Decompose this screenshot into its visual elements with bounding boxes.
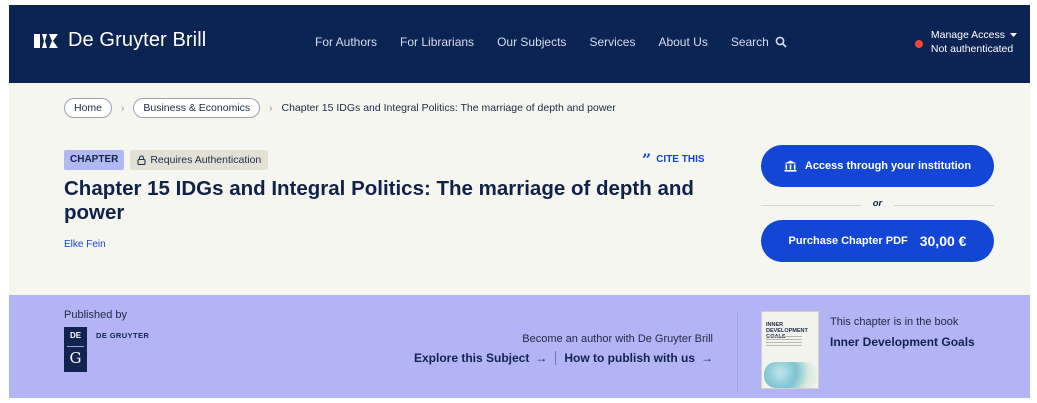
arrow-right-icon: → xyxy=(535,351,548,365)
manage-access-label: Manage Access xyxy=(930,29,1005,41)
cover-subtitle-lines xyxy=(766,336,802,356)
vertical-divider xyxy=(737,311,738,391)
author-link[interactable]: Elke Fein xyxy=(64,239,106,250)
nav-about-us[interactable]: About Us xyxy=(658,35,707,49)
caret-down-icon xyxy=(1010,32,1017,37)
or-divider: or xyxy=(761,198,994,212)
published-by-label: Published by xyxy=(64,309,127,321)
breadcrumb: Home › Business & Economics › Chapter 15… xyxy=(64,98,616,118)
quote-icon: ” xyxy=(642,149,652,169)
page-frame: De Gruyter Brill For Authors For Librari… xyxy=(9,5,1030,398)
auth-status-text: Not authenticated xyxy=(930,43,1014,55)
breadcrumb-category[interactable]: Business & Economics xyxy=(133,98,261,118)
explore-subject-link[interactable]: Explore this Subject → xyxy=(414,351,547,365)
become-author-text: Become an author with De Gruyter Brill xyxy=(522,333,713,345)
publisher-logo-bottom: G xyxy=(69,349,82,367)
nav-our-subjects[interactable]: Our Subjects xyxy=(497,35,566,49)
breadcrumb-current: Chapter 15 IDGs and Integral Politics: T… xyxy=(281,102,616,114)
how-to-publish-label: How to publish with us xyxy=(564,351,695,365)
cite-this-label: CITE THIS xyxy=(656,154,705,165)
book-cover-thumbnail[interactable]: INNER DEVELOPMENT GOALS xyxy=(761,311,819,389)
access-label: Access through your institution xyxy=(804,160,972,172)
publisher-band: Published by DE G DE GRUYTER Become an a… xyxy=(9,295,1030,398)
auth-required-label: Requires Authentication xyxy=(150,154,262,166)
chevron-right-icon: › xyxy=(269,102,273,114)
publisher-logo-top: DE xyxy=(69,331,82,340)
publisher-name: DE GRUYTER xyxy=(96,331,150,340)
author-links: Explore this Subject → How to publish wi… xyxy=(414,351,713,365)
cover-artwork xyxy=(764,362,818,388)
logo-rule xyxy=(67,346,84,347)
top-navigation-bar: De Gruyter Brill For Authors For Librari… xyxy=(9,5,1030,83)
nav-services[interactable]: Services xyxy=(589,35,635,49)
or-label: or xyxy=(872,198,883,209)
nav-for-authors[interactable]: For Authors xyxy=(315,35,377,49)
nav-for-librarians[interactable]: For Librarians xyxy=(400,35,474,49)
breadcrumb-home[interactable]: Home xyxy=(64,98,113,118)
chevron-right-icon: › xyxy=(121,102,125,114)
chapter-badges: CHAPTER Requires Authentication xyxy=(64,150,269,170)
link-divider xyxy=(555,351,557,365)
manage-access-menu[interactable]: Manage Access Not authenticated xyxy=(914,28,1017,56)
purchase-chapter-button[interactable]: Purchase Chapter PDF 30,00 € xyxy=(761,220,994,262)
publisher-logo[interactable]: DE G xyxy=(64,327,87,372)
brand-name: De Gruyter Brill xyxy=(68,29,207,51)
brand-logo-link[interactable]: De Gruyter Brill xyxy=(32,29,206,52)
content-type-badge: CHAPTER xyxy=(64,150,125,170)
institution-icon xyxy=(784,160,797,172)
cite-this-button[interactable]: ” CITE THIS xyxy=(642,149,705,169)
search-label: Search xyxy=(730,35,769,49)
arrow-right-icon: → xyxy=(701,351,713,365)
search-icon xyxy=(775,36,787,48)
chapter-title: Chapter 15 IDGs and Integral Politics: T… xyxy=(64,177,694,224)
price: 30,00 € xyxy=(919,233,967,249)
book-note: This chapter is in the book xyxy=(830,316,959,328)
how-to-publish-link[interactable]: How to publish with us → xyxy=(564,351,713,365)
lock-icon xyxy=(137,155,146,165)
purchase-label: Purchase Chapter PDF xyxy=(788,235,908,247)
brand-mark-icon xyxy=(34,33,58,48)
nav-search-button[interactable]: Search xyxy=(731,35,787,49)
access-through-institution-button[interactable]: Access through your institution xyxy=(761,145,994,187)
book-title-link[interactable]: Inner Development Goals xyxy=(830,335,975,349)
auth-status-dot-icon xyxy=(914,40,923,48)
chapter-header-section: Home › Business & Economics › Chapter 15… xyxy=(9,83,1030,295)
explore-subject-label: Explore this Subject xyxy=(413,351,530,365)
main-nav: For Authors For Librarians Our Subjects … xyxy=(315,35,810,49)
auth-required-badge: Requires Authentication xyxy=(130,150,269,170)
